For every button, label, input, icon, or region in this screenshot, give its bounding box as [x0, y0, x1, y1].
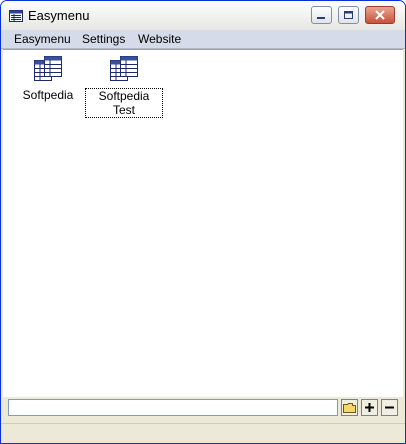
add-button[interactable]	[361, 399, 378, 416]
window-title: Easymenu	[28, 8, 90, 23]
app-icon	[9, 10, 23, 22]
minimize-icon	[317, 17, 325, 19]
menu-website[interactable]: Website	[135, 31, 184, 47]
menu-settings[interactable]: Settings	[79, 31, 128, 47]
shortcut-icon	[34, 56, 62, 81]
path-input[interactable]	[8, 399, 338, 416]
status-bar	[1, 423, 405, 443]
shortcut-softpedia-test[interactable]: Softpedia Test	[85, 54, 163, 118]
browse-button[interactable]	[341, 399, 358, 416]
maximize-icon	[344, 11, 353, 19]
bottom-toolbar	[1, 397, 405, 423]
menu-easymenu[interactable]: Easymenu	[11, 31, 74, 47]
main-window: Easymenu Easymenu Settings Website Softp…	[0, 0, 406, 444]
shortcut-icon	[110, 56, 138, 81]
shortcut-area[interactable]: Softpedia Softpedia Test	[3, 49, 403, 397]
close-icon	[375, 10, 385, 20]
maximize-button[interactable]	[338, 6, 359, 24]
title-bar[interactable]: Easymenu	[1, 1, 405, 31]
shortcut-softpedia[interactable]: Softpedia	[19, 54, 77, 102]
remove-button[interactable]	[381, 399, 398, 416]
minimize-button[interactable]	[311, 6, 332, 24]
close-button[interactable]	[365, 6, 395, 24]
menu-bar: Easymenu Settings Website	[1, 30, 405, 49]
plus-icon	[365, 403, 374, 412]
shortcut-label: Softpedia	[22, 88, 74, 102]
folder-icon	[343, 403, 356, 413]
minus-icon	[385, 406, 394, 409]
shortcut-label: Softpedia Test	[85, 88, 163, 118]
